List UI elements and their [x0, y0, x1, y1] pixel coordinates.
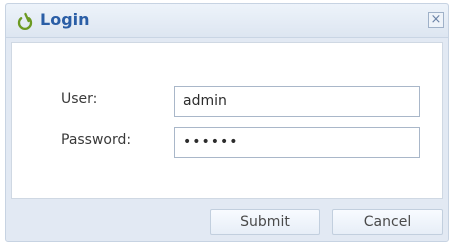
cancel-button[interactable]: Cancel [332, 209, 443, 235]
login-dialog: Login × User: admin Password: •••••• Sub… [5, 3, 449, 242]
user-label: User: [61, 91, 98, 107]
password-label: Password: [61, 132, 132, 148]
submit-button[interactable]: Submit [210, 209, 320, 235]
dialog-titlebar[interactable]: Login × [6, 4, 448, 38]
close-icon[interactable]: × [428, 12, 444, 28]
password-input[interactable]: •••••• [174, 127, 420, 158]
login-form-panel: User: admin Password: •••••• [11, 42, 443, 199]
user-input[interactable]: admin [174, 86, 420, 117]
power-icon [16, 12, 34, 30]
dialog-title: Login [40, 10, 90, 29]
